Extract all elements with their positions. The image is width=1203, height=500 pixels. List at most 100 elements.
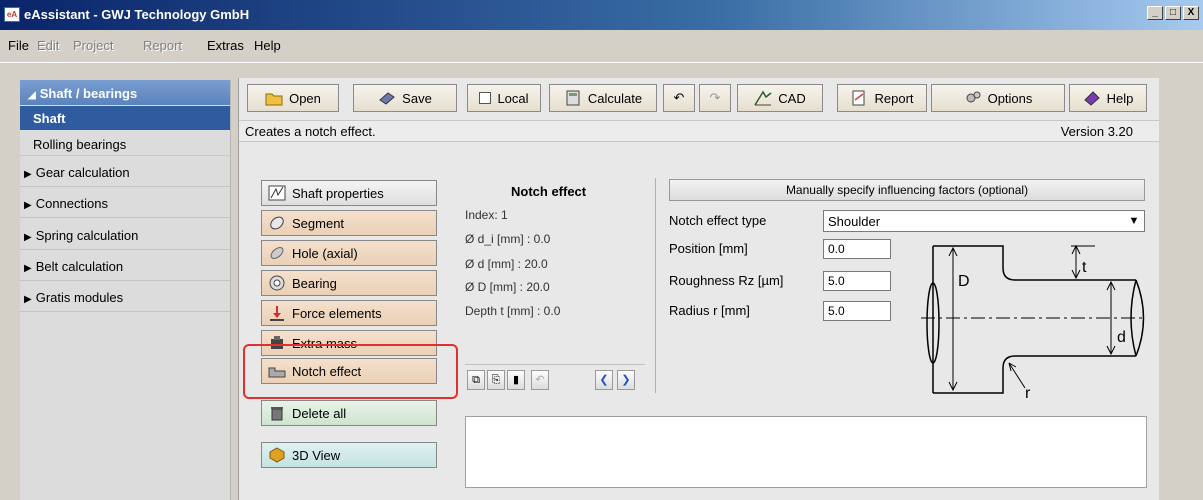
sidebar-group-belt[interactable]: ▶ Belt calculation: [20, 251, 230, 281]
position-label: Position [mm]: [669, 241, 748, 256]
segment-icon: [270, 216, 284, 230]
delete-element-button[interactable]: ▮: [507, 370, 525, 390]
notch-index: Index: 1: [465, 208, 508, 222]
roughness-label: Roughness Rz [µm]: [669, 273, 784, 288]
paste-icon: ⎘: [491, 374, 501, 386]
menu-file[interactable]: File: [8, 38, 29, 53]
version-label: Version 3.20: [1060, 124, 1133, 139]
cad-drawing-icon: [754, 90, 772, 106]
hole-axial-button[interactable]: Hole (axial): [261, 240, 437, 266]
roughness-input[interactable]: 5.0: [823, 271, 891, 291]
close-button[interactable]: X: [1183, 6, 1199, 20]
influence-header-button[interactable]: Manually specify influencing factors (op…: [669, 179, 1145, 201]
local-checkbox[interactable]: [479, 92, 492, 104]
force-arrow-icon: [270, 306, 284, 321]
menu-edit[interactable]: Edit: [37, 38, 59, 53]
diagram-label-d: d: [1117, 329, 1126, 346]
status-message: Creates a notch effect.: [245, 124, 376, 139]
notch-depth: Depth t [mm] : 0.0: [465, 304, 561, 318]
save-button[interactable]: Save: [353, 84, 457, 112]
open-folder-icon: [265, 93, 283, 106]
trash-icon: [271, 407, 283, 421]
delete-all-button[interactable]: Delete all: [261, 400, 437, 426]
menu-project[interactable]: Project: [73, 38, 113, 53]
menu-bar: File Edit Project Report Extras Help: [0, 30, 1203, 63]
main-panel: Open Save Local Calculate ↶ ↷ CAD Report…: [238, 78, 1159, 500]
diagram-label-r: r: [1025, 385, 1031, 398]
collapsed-triangle-icon: ▶: [24, 200, 32, 211]
app-icon: eA: [4, 7, 20, 22]
radius-input[interactable]: 5.0: [823, 301, 891, 321]
shaft-properties-icon: [268, 185, 286, 201]
maximize-button[interactable]: □: [1165, 6, 1181, 20]
report-icon: [852, 90, 865, 106]
menu-report[interactable]: Report: [143, 38, 182, 53]
notch-big-d: Ø D [mm] : 20.0: [465, 280, 550, 294]
undo-small-button[interactable]: ↶: [531, 370, 549, 390]
arrow-right-icon: ❯: [621, 374, 631, 386]
redo-button[interactable]: ↷: [699, 84, 731, 112]
previous-button[interactable]: ❮: [595, 370, 613, 390]
paste-button[interactable]: ⎘: [487, 370, 505, 390]
save-icon: [379, 92, 395, 105]
segment-button[interactable]: Segment: [261, 210, 437, 236]
3d-view-button[interactable]: 3D View: [261, 442, 437, 468]
options-button[interactable]: Options: [931, 84, 1065, 112]
output-textarea[interactable]: [465, 416, 1147, 488]
collapsed-triangle-icon: ▶: [24, 169, 32, 180]
sidebar-group-gear[interactable]: ▶ Gear calculation: [20, 157, 230, 187]
collapsed-triangle-icon: ▶: [24, 294, 32, 305]
undo-button[interactable]: ↶: [663, 84, 695, 112]
radius-label: Radius r [mm]: [669, 303, 750, 318]
sidebar-group-spring[interactable]: ▶ Spring calculation: [20, 220, 230, 250]
cad-button[interactable]: CAD: [737, 84, 823, 112]
expanded-triangle-icon: ◢: [28, 90, 36, 101]
sidebar-group-gratis[interactable]: ▶ Gratis modules: [20, 282, 230, 312]
collapsed-triangle-icon: ▶: [24, 232, 32, 243]
menu-extras[interactable]: Extras: [207, 38, 244, 53]
collapsed-triangle-icon: ▶: [24, 263, 32, 274]
notch-info-title: Notch effect: [511, 184, 587, 199]
cube-icon: [269, 447, 285, 463]
sidebar-group-connections[interactable]: ▶ Connections: [20, 188, 230, 218]
notch-type-select[interactable]: Shoulder ▼: [823, 210, 1145, 232]
annotation-highlight: [243, 344, 458, 399]
copy-icon: ⧉: [472, 374, 480, 386]
shaft-properties-button[interactable]: Shaft properties: [261, 180, 437, 206]
sidebar-header[interactable]: ◢ Shaft / bearings: [20, 80, 230, 105]
open-button[interactable]: Open: [247, 84, 339, 112]
notch-type-label: Notch effect type: [669, 213, 767, 228]
diagram-label-t: t: [1082, 259, 1087, 276]
report-button[interactable]: Report: [837, 84, 927, 112]
local-checkbox-button[interactable]: Local: [467, 84, 541, 112]
minimize-button[interactable]: _: [1147, 6, 1163, 20]
undo-small-icon: ↶: [535, 374, 545, 386]
window-controls: _ □ X: [1147, 6, 1199, 20]
shoulder-diagram: D d t r: [921, 244, 1146, 398]
copy-button[interactable]: ⧉: [467, 370, 485, 390]
position-input[interactable]: 0.0: [823, 239, 891, 259]
force-elements-button[interactable]: Force elements: [261, 300, 437, 326]
dropdown-arrow-icon[interactable]: ▼: [1124, 211, 1144, 231]
options-gears-icon: [966, 91, 981, 103]
column-separator: [655, 178, 656, 393]
window-title: eAssistant - GWJ Technology GmbH: [24, 7, 250, 22]
title-bar: eA eAssistant - GWJ Technology GmbH _ □ …: [0, 0, 1203, 30]
arrow-left-icon: ❮: [599, 374, 609, 386]
sidebar-item-shaft[interactable]: Shaft: [20, 106, 230, 130]
notch-separator: [465, 364, 645, 365]
notch-di: Ø d_i [mm] : 0.0: [465, 232, 551, 246]
hole-icon: [270, 247, 284, 259]
calculate-button[interactable]: Calculate: [549, 84, 657, 112]
bearing-icon: [269, 275, 285, 291]
next-button[interactable]: ❯: [617, 370, 635, 390]
status-line: Creates a notch effect. Version 3.20: [239, 120, 1159, 142]
undo-icon: ↶: [673, 90, 685, 105]
bearing-button[interactable]: Bearing: [261, 270, 437, 296]
calculator-icon: [566, 90, 580, 106]
help-button[interactable]: Help: [1069, 84, 1147, 112]
notch-d: Ø d [mm] : 20.0: [465, 257, 548, 271]
redo-icon: ↷: [709, 90, 721, 105]
sidebar-item-rolling-bearings[interactable]: Rolling bearings: [20, 132, 230, 156]
menu-help[interactable]: Help: [254, 38, 281, 53]
